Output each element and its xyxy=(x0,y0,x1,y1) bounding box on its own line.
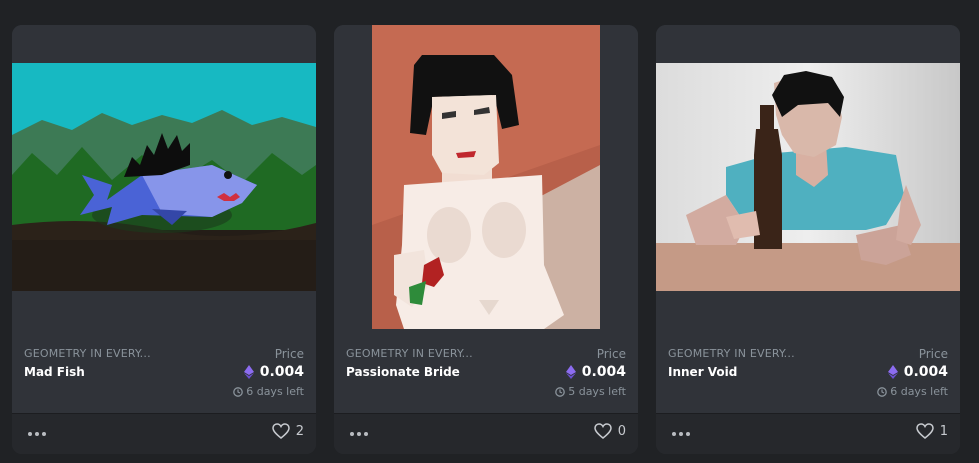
nft-name[interactable]: Passionate Bride xyxy=(346,365,460,379)
price-label: Price xyxy=(596,347,626,361)
more-icon[interactable] xyxy=(348,426,370,440)
collection-name[interactable]: GEOMETRY IN EVERY... xyxy=(24,347,151,360)
mad-fish-artwork xyxy=(12,25,316,291)
clock-icon xyxy=(877,386,888,397)
price-label: Price xyxy=(918,347,948,361)
eth-icon xyxy=(565,365,576,379)
nft-image-passionate-bride[interactable] xyxy=(334,25,638,329)
nft-card[interactable]: GEOMETRY IN EVERY... Passionate Bride Pr… xyxy=(334,25,638,454)
more-icon[interactable] xyxy=(26,426,48,440)
price-amount: 0.004 xyxy=(581,364,626,380)
eth-icon xyxy=(243,365,254,379)
price-amount: 0.004 xyxy=(259,364,304,380)
clock-icon xyxy=(233,386,244,397)
time-left-text: 6 days left xyxy=(890,385,948,398)
price-amount: 0.004 xyxy=(903,364,948,380)
time-left-text: 6 days left xyxy=(246,385,304,398)
price-value: 0.004 xyxy=(887,364,948,380)
nft-card-grid: GEOMETRY IN EVERY... Mad Fish Price 0.00… xyxy=(0,0,979,463)
heart-icon[interactable] xyxy=(915,423,934,439)
card-footer: 1 xyxy=(656,413,960,454)
card-footer: 2 xyxy=(12,413,316,454)
heart-icon[interactable] xyxy=(271,423,290,439)
like-count: 1 xyxy=(939,423,948,439)
collection-name[interactable]: GEOMETRY IN EVERY... xyxy=(346,347,473,360)
card-info: GEOMETRY IN EVERY... Inner Void Price 0.… xyxy=(656,329,960,411)
price-value: 0.004 xyxy=(565,364,626,380)
favorite-button[interactable]: 2 xyxy=(271,423,304,439)
like-count: 0 xyxy=(617,423,626,439)
time-left: 6 days left xyxy=(233,385,304,398)
inner-void-artwork xyxy=(656,25,960,291)
card-info: GEOMETRY IN EVERY... Mad Fish Price 0.00… xyxy=(12,329,316,411)
nft-image-inner-void[interactable] xyxy=(656,25,960,329)
more-icon[interactable] xyxy=(670,426,692,440)
price-value: 0.004 xyxy=(243,364,304,380)
like-count: 2 xyxy=(295,423,304,439)
eth-icon xyxy=(887,365,898,379)
nft-name[interactable]: Mad Fish xyxy=(24,365,85,379)
nft-card[interactable]: GEOMETRY IN EVERY... Mad Fish Price 0.00… xyxy=(12,25,316,454)
favorite-button[interactable]: 0 xyxy=(593,423,626,439)
time-left: 6 days left xyxy=(877,385,948,398)
card-footer: 0 xyxy=(334,413,638,454)
collection-name[interactable]: GEOMETRY IN EVERY... xyxy=(668,347,795,360)
favorite-button[interactable]: 1 xyxy=(915,423,948,439)
card-info: GEOMETRY IN EVERY... Passionate Bride Pr… xyxy=(334,329,638,411)
heart-icon[interactable] xyxy=(593,423,612,439)
passionate-bride-artwork xyxy=(334,25,638,329)
nft-name[interactable]: Inner Void xyxy=(668,365,737,379)
clock-icon xyxy=(555,386,566,397)
time-left: 5 days left xyxy=(555,385,626,398)
time-left-text: 5 days left xyxy=(568,385,626,398)
nft-image-mad-fish[interactable] xyxy=(12,25,316,329)
nft-card[interactable]: GEOMETRY IN EVERY... Inner Void Price 0.… xyxy=(656,25,960,454)
price-label: Price xyxy=(274,347,304,361)
